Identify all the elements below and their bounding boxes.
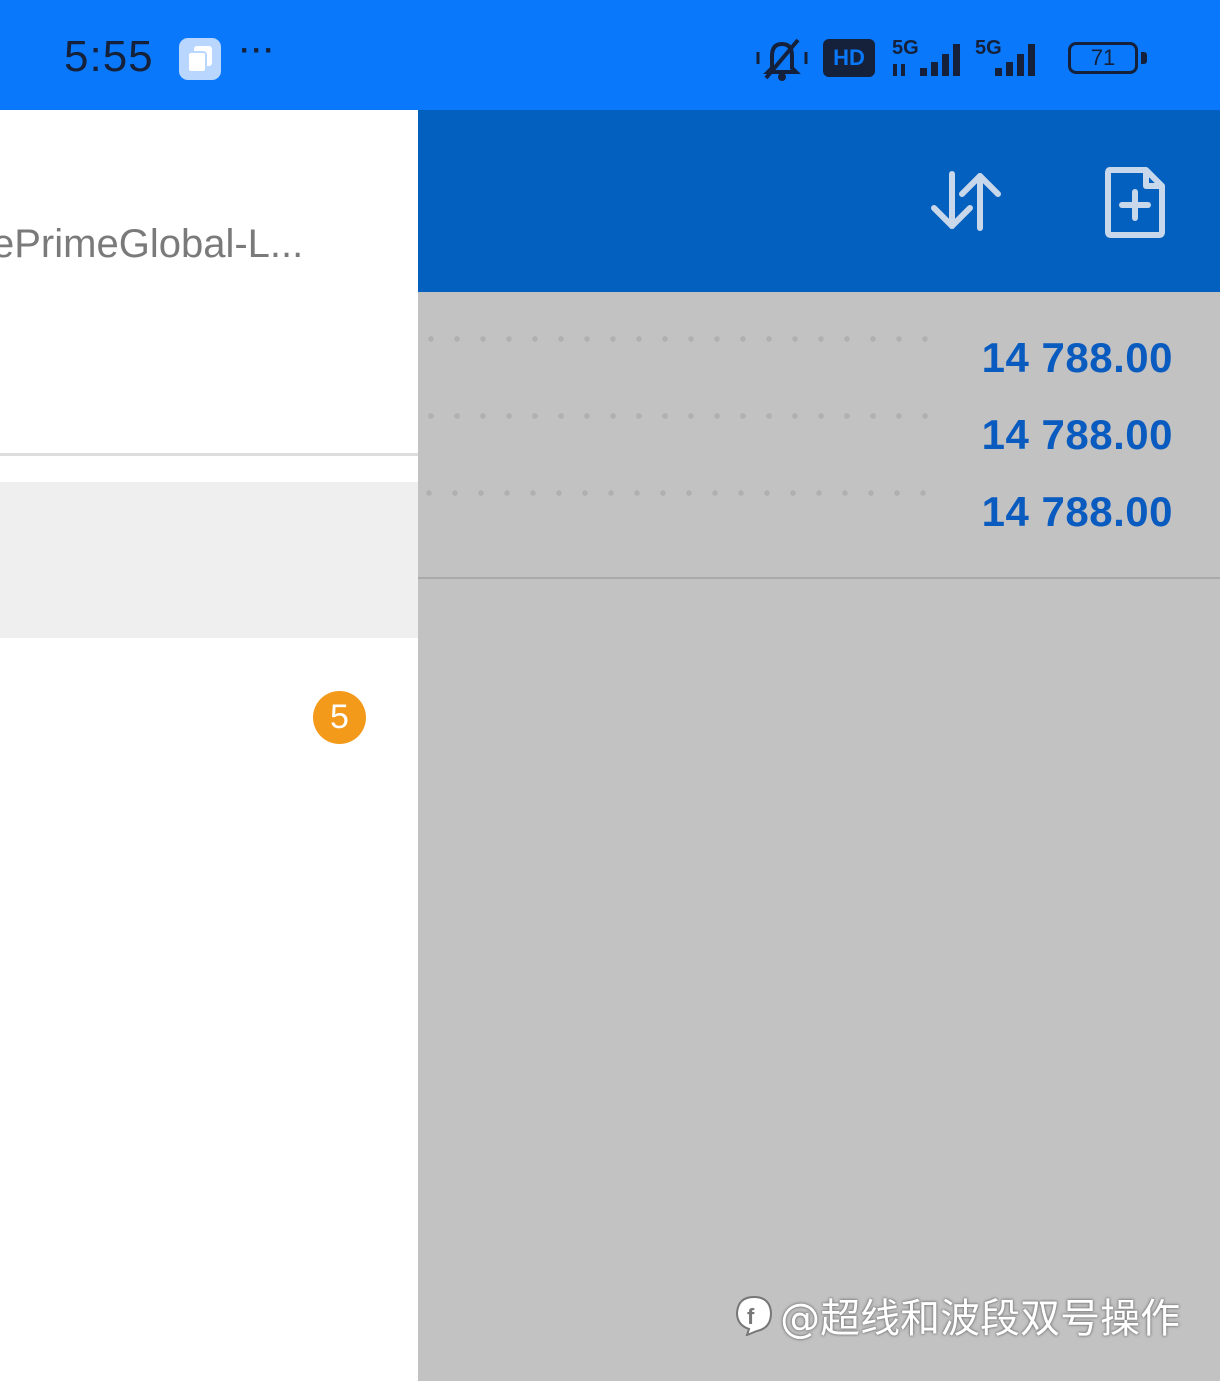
file-add-icon[interactable] — [1104, 166, 1166, 243]
dotted-leader — [418, 336, 948, 342]
notification-badge: 5 — [313, 691, 366, 744]
drawer-item-selected[interactable] — [0, 482, 418, 638]
sort-icon[interactable] — [928, 168, 1004, 239]
watermark-logo-icon: f — [733, 1294, 775, 1337]
battery-tip — [1141, 52, 1147, 64]
drawer-divider — [0, 453, 418, 456]
more-dots-icon: ··· — [240, 34, 276, 67]
signal-5g-icon: 5G — [973, 34, 1053, 84]
list-item[interactable]: 14 788.00 — [418, 369, 1220, 458]
watermark: f @超线和波段双号操作 — [733, 1286, 1180, 1342]
svg-text:5G: 5G — [975, 37, 1002, 59]
list-item[interactable]: 14 788.00 — [416, 446, 1220, 535]
status-bar: 5:55 ··· HD 5G 5G 5G — [0, 0, 1220, 110]
bell-off-icon — [754, 34, 810, 84]
signal-5g-icon: 5G — [890, 34, 970, 84]
navigation-drawer: ePrimeGlobal-L... 5 — [0, 110, 418, 1381]
list-divider — [418, 577, 1220, 579]
app-bar — [418, 110, 1220, 292]
hd-voice-icon: HD — [823, 39, 875, 77]
battery-icon: 71 — [1068, 42, 1138, 74]
dotted-leader — [418, 413, 948, 419]
quote-list: 14 788.00 14 788.00 14 788.00 — [416, 292, 1220, 535]
server-name[interactable]: ePrimeGlobal-L... — [0, 222, 303, 267]
app-window-icon — [179, 38, 221, 80]
status-time: 5:55 — [64, 32, 154, 81]
svg-text:f: f — [747, 1304, 755, 1329]
watermark-text: @超线和波段双号操作 — [780, 1296, 1181, 1342]
svg-text:5G: 5G — [892, 37, 919, 59]
list-item[interactable]: 14 788.00 — [418, 292, 1220, 381]
dotted-leader — [416, 490, 946, 496]
main-content-overlay[interactable]: 14 788.00 14 788.00 14 788.00 — [416, 110, 1220, 1381]
price-value: 14 788.00 — [981, 488, 1173, 535]
